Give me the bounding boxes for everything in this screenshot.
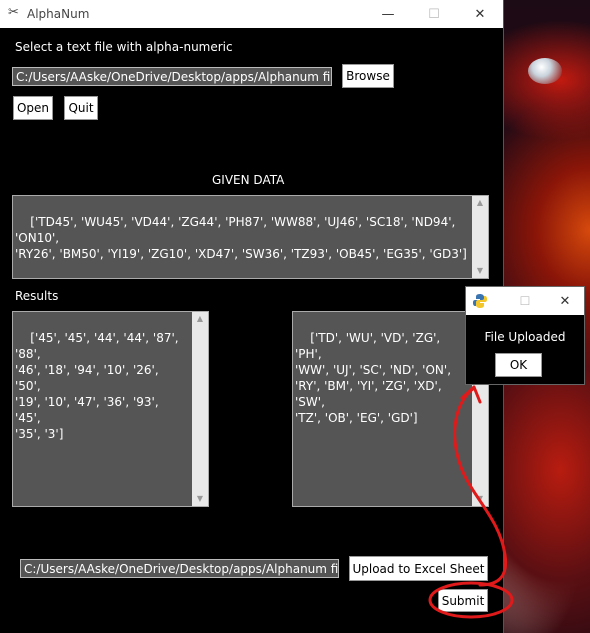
scroll-down-arrow-icon[interactable]: ▼ [192, 492, 208, 506]
python-logo-icon [473, 294, 487, 308]
ok-button[interactable]: OK [495, 353, 542, 377]
given-data-text: ['TD45', 'WU45', 'VD44', 'ZG44', 'PH87',… [15, 215, 467, 261]
scroll-up-arrow-icon[interactable]: ▲ [472, 196, 488, 210]
given-data-textbox[interactable]: ['TD45', 'WU45', 'VD44', 'ZG44', 'PH87',… [12, 195, 489, 279]
dialog-close-button[interactable]: ✕ [548, 287, 582, 315]
browse-button[interactable]: Browse [342, 64, 394, 88]
open-button[interactable]: Open [13, 96, 53, 120]
file-path-field[interactable]: C:/Users/AAske/OneDrive/Desktop/apps/Alp… [12, 67, 332, 86]
submit-button[interactable]: Submit [438, 589, 488, 612]
numbers-result-text: ['45', '45', '44', '44', '87', '88', '46… [15, 331, 179, 441]
select-file-label: Select a text file with alpha-numeric [15, 40, 233, 54]
scissors-icon: ✂ [8, 5, 19, 20]
given-data-heading: GIVEN DATA [212, 173, 285, 187]
scroll-down-arrow-icon[interactable]: ▼ [472, 264, 488, 278]
output-path-field[interactable]: C:/Users/AAske/OneDrive/Desktop/apps/Alp… [20, 559, 339, 578]
upload-excel-button[interactable]: Upload to Excel Sheet [349, 556, 488, 581]
scroll-down-arrow-icon[interactable]: ▼ [472, 492, 488, 506]
maximize-button[interactable]: ☐ [411, 0, 457, 28]
quit-button[interactable]: Quit [64, 96, 98, 120]
given-data-scrollbar[interactable]: ▲ ▼ [472, 196, 488, 278]
scroll-up-arrow-icon[interactable]: ▲ [192, 312, 208, 326]
numbers-result-textbox[interactable]: ['45', '45', '44', '44', '87', '88', '46… [12, 311, 209, 507]
main-window: ✂ AlphaNum — ☐ ✕ Select a text file with… [0, 0, 504, 633]
wallpaper-bubble [528, 58, 562, 84]
close-button[interactable]: ✕ [457, 0, 503, 28]
dialog-message: File Uploaded [484, 330, 566, 344]
window-title: AlphaNum [27, 7, 90, 21]
dialog-maximize-button[interactable]: ☐ [510, 287, 540, 315]
dialog-title-bar[interactable]: ☐ ✕ [466, 287, 584, 315]
letters-result-textbox[interactable]: ['TD', 'WU', 'VD', 'ZG', 'PH', 'WW', 'UJ… [292, 311, 489, 507]
file-uploaded-dialog: ☐ ✕ File Uploaded OK [465, 286, 585, 385]
numbers-scrollbar[interactable]: ▲ ▼ [192, 312, 208, 506]
letters-result-text: ['TD', 'WU', 'VD', 'ZG', 'PH', 'WW', 'UJ… [295, 331, 452, 425]
minimize-button[interactable]: — [365, 0, 411, 28]
title-bar[interactable]: ✂ AlphaNum — ☐ ✕ [0, 0, 503, 28]
results-label: Results [15, 289, 59, 303]
